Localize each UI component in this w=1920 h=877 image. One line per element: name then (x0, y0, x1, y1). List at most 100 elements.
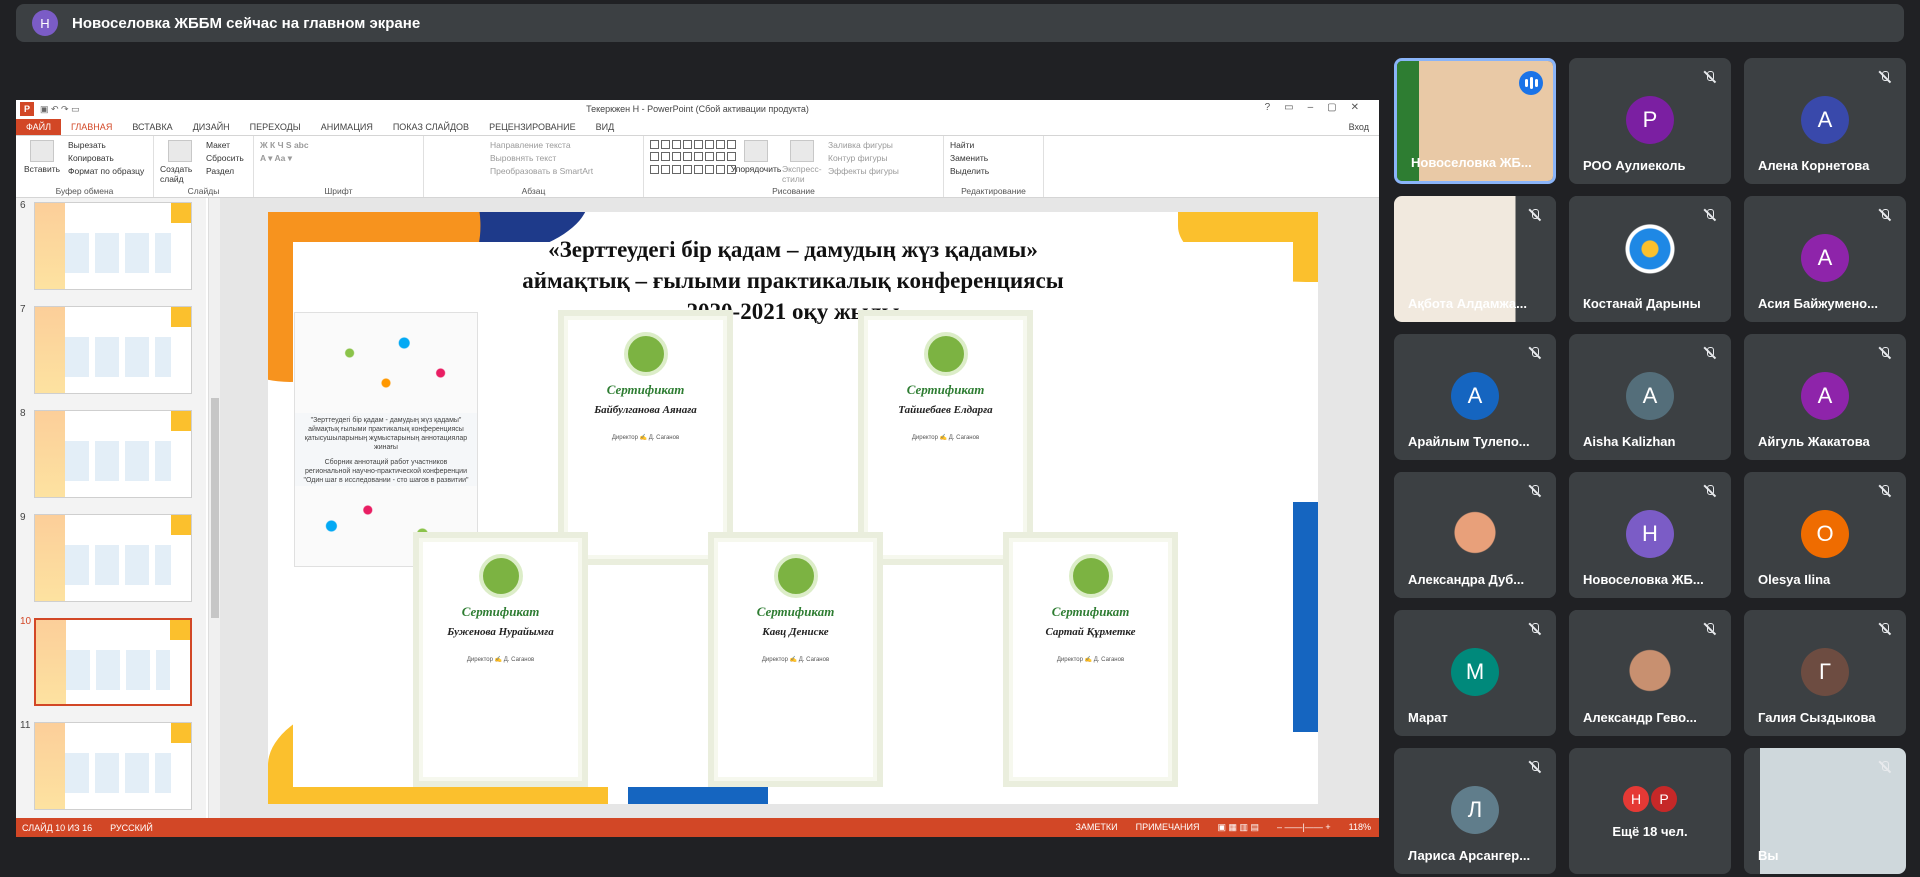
participant-tile[interactable]: Л Лариса Арсангер... (1394, 748, 1556, 874)
reset-button[interactable]: Сбросить (206, 153, 244, 163)
tab-transitions[interactable]: ПЕРЕХОДЫ (240, 122, 311, 135)
comments-button[interactable]: ПРИМЕЧАНИЯ (1136, 822, 1200, 833)
align-text-button[interactable]: Выровнять текст (490, 153, 593, 163)
mic-muted-icon (1878, 484, 1892, 498)
find-button[interactable]: Найти (950, 140, 989, 150)
participant-avatar: Р (1626, 96, 1674, 144)
shared-screen: P ▣ ↶ ↷ ▭ Текеркжен Н - PowerPoint (Сбой… (16, 100, 1379, 837)
participant-tile[interactable]: А Алена Корнетова (1744, 58, 1906, 184)
participant-tile[interactable]: Н Новоселовка ЖБ... (1569, 472, 1731, 598)
thumbnail-scrollbar[interactable] (208, 198, 220, 818)
tab-review[interactable]: РЕЦЕНЗИРОВАНИЕ (479, 122, 586, 135)
zoom-level[interactable]: 118% (1349, 822, 1371, 833)
mic-muted-icon (1528, 760, 1542, 774)
font-format-icons[interactable]: Ж К Ч S abc (260, 140, 309, 150)
tab-animation[interactable]: АНИМАЦИЯ (311, 122, 383, 135)
format-painter-button[interactable]: Формат по образцу (68, 166, 144, 176)
thumbnail-slide-8[interactable]: 8 (16, 408, 196, 500)
tab-slideshow[interactable]: ПОКАЗ СЛАЙДОВ (383, 122, 479, 135)
participant-name: Александр Гево... (1583, 710, 1697, 725)
tab-view[interactable]: ВИД (586, 122, 625, 135)
certificate-3: Сертификат Буженова Нурайымға Директор ✍… (413, 532, 588, 787)
participant-tile[interactable]: А Асия Байжумено... (1744, 196, 1906, 322)
certificate-2: Сертификат Тайшебаев Елдарға Директор ✍ … (858, 310, 1033, 565)
participant-tile[interactable]: Новоселовка ЖБ... (1394, 58, 1556, 184)
participant-tile[interactable]: А Айгуль Жакатова (1744, 334, 1906, 460)
tab-file[interactable]: ФАЙЛ (16, 119, 62, 135)
thumbnail-slide-9[interactable]: 9 (16, 512, 196, 604)
participant-tile[interactable]: А Aisha Kalizhan (1569, 334, 1731, 460)
certificate-1: Сертификат Байбулганова Аянаға Директор … (558, 310, 733, 565)
select-button[interactable]: Выделить (950, 166, 989, 176)
cut-button[interactable]: Вырезать (68, 140, 144, 150)
layout-button[interactable]: Макет (206, 140, 244, 150)
certificate-seal-icon (923, 332, 968, 376)
participant-avatar: А (1801, 372, 1849, 420)
language-indicator[interactable]: РУССКИЙ (110, 823, 153, 833)
arrange-button[interactable]: Упорядочить (731, 140, 781, 185)
participant-tile[interactable]: Вы (1744, 748, 1906, 874)
ribbon: Вставить Вырезать Копировать Формат по о… (16, 136, 1379, 198)
participant-tile[interactable]: Костанай Дарыны (1569, 196, 1731, 322)
window-controls: ?▭–▢✕ (1264, 102, 1373, 113)
participant-tile[interactable]: Александра Дуб... (1394, 472, 1556, 598)
group-editing: Найти Заменить Выделить Редактирование (944, 136, 1044, 197)
participant-name: Асия Байжумено... (1758, 296, 1878, 311)
view-buttons[interactable]: ▣ ▦ ▥ ▤ (1218, 822, 1260, 833)
new-slide-icon (168, 140, 192, 162)
group-font: Ж К Ч S abc A ▾ Aa ▾ Шрифт (254, 136, 424, 197)
new-slide-button[interactable]: Создать слайд (160, 140, 200, 185)
mic-muted-icon (1703, 346, 1717, 360)
section-button[interactable]: Раздел (206, 166, 244, 176)
participant-tile[interactable]: Г Галия Сыздыкова (1744, 610, 1906, 736)
login-link[interactable]: Вход (1349, 122, 1369, 132)
more-participants-label: Ещё 18 чел. (1612, 824, 1688, 839)
tab-design[interactable]: ДИЗАЙН (183, 122, 240, 135)
presenter-avatar: Н (32, 10, 58, 36)
copy-button[interactable]: Копировать (68, 153, 144, 163)
group-label: Шрифт (324, 186, 353, 196)
shapes-gallery[interactable] (650, 140, 736, 176)
tab-home[interactable]: ГЛАВНАЯ (61, 122, 122, 135)
quick-styles-button[interactable]: Экспресс-стили (782, 140, 822, 185)
thumbnail-slide-11[interactable]: 11 (16, 720, 196, 812)
notes-button[interactable]: ЗАМЕТКИ (1075, 822, 1117, 833)
mic-muted-icon (1528, 346, 1542, 360)
window-title: Текеркжен Н - PowerPoint (Сбой активации… (586, 104, 809, 114)
thumbnail-slide-6[interactable]: 6 (16, 200, 196, 292)
paste-button[interactable]: Вставить (22, 140, 62, 185)
current-slide[interactable]: «Зерттеудегі бір қадам – дамудың жүз қад… (268, 212, 1318, 804)
shape-outline-button[interactable]: Контур фигуры (828, 153, 899, 163)
mic-muted-icon (1703, 484, 1717, 498)
text-direction-button[interactable]: Направление текста (490, 140, 593, 150)
shape-effects-button[interactable]: Эффекты фигуры (828, 166, 899, 176)
participant-tile[interactable]: Р РОО Аулиеколь (1569, 58, 1731, 184)
participant-name: Айгуль Жакатова (1758, 434, 1870, 449)
slide-thumbnails: 6 7 8 9 10 11 (16, 198, 206, 818)
zoom-slider[interactable]: – ——|—— + (1277, 822, 1331, 833)
group-label: Буфер обмена (55, 186, 114, 196)
smartart-button[interactable]: Преобразовать в SmartArt (490, 166, 593, 176)
participant-tile[interactable]: Ақбота Алдамжа... (1394, 196, 1556, 322)
group-drawing: Упорядочить Экспресс-стили Заливка фигур… (644, 136, 944, 197)
participant-tile[interactable]: Н Р Ещё 18 чел. (1569, 748, 1731, 874)
thumbnail-slide-7[interactable]: 7 (16, 304, 196, 396)
participant-name: Арайлым Тулепо... (1408, 434, 1530, 449)
thumbnail-slide-10[interactable]: 10 (16, 616, 196, 708)
participant-tile[interactable]: О Olesya Ilina (1744, 472, 1906, 598)
participant-tile[interactable]: А Арайлым Тулепо... (1394, 334, 1556, 460)
book-title-kz: "Зерттеудегі бір қадам - дамудың жүз қад… (304, 417, 468, 451)
group-label: Редактирование (961, 186, 1026, 196)
certificate-4: Сертификат Кавц Дениске Директор ✍ Д. Са… (708, 532, 883, 787)
mic-muted-icon (1703, 208, 1717, 222)
participant-tile[interactable]: М Марат (1394, 610, 1556, 736)
certificate-seal-icon (478, 554, 523, 598)
participant-avatar: Л (1451, 786, 1499, 834)
replace-button[interactable]: Заменить (950, 153, 989, 163)
shape-fill-button[interactable]: Заливка фигуры (828, 140, 899, 150)
tab-insert[interactable]: ВСТАВКА (122, 122, 182, 135)
font-color-icons[interactable]: A ▾ Aa ▾ (260, 153, 309, 164)
participant-avatar: Г (1801, 648, 1849, 696)
participant-tile[interactable]: Александр Гево... (1569, 610, 1731, 736)
participant-avatar: А (1626, 372, 1674, 420)
